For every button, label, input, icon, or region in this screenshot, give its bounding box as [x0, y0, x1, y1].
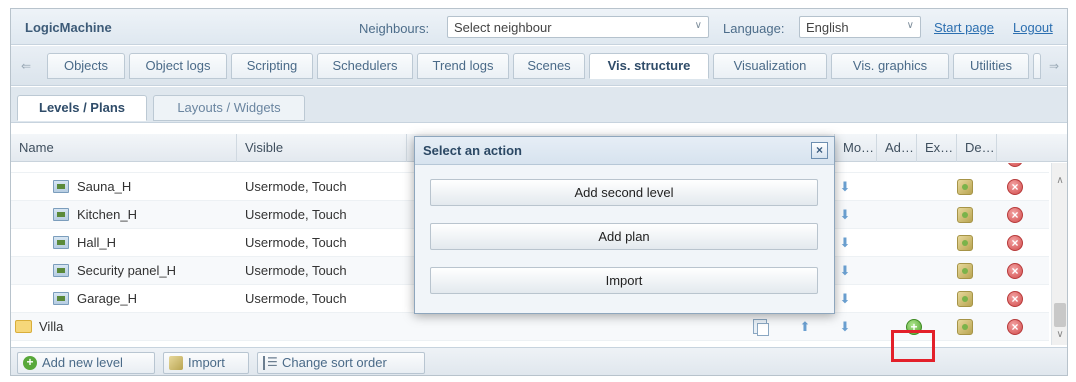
- import-dialog-button[interactable]: Import: [430, 267, 818, 294]
- plan-icon: [53, 292, 69, 305]
- copy-icon[interactable]: [753, 319, 769, 336]
- export-icon[interactable]: [957, 235, 973, 251]
- row-name: Security panel_H: [77, 263, 176, 278]
- delete-icon[interactable]: [1007, 263, 1023, 279]
- import-icon: [169, 356, 183, 370]
- column-delete[interactable]: De…: [957, 134, 997, 162]
- delete-icon[interactable]: [1007, 235, 1023, 251]
- export-icon[interactable]: [957, 179, 973, 195]
- tab-schedulers[interactable]: Schedulers: [317, 53, 413, 79]
- column-add[interactable]: Ad…: [877, 134, 917, 162]
- select-action-dialog: Select an action × Add second level Add …: [414, 136, 835, 314]
- move-down-icon[interactable]: ⬇: [837, 179, 853, 195]
- tab-trend-logs[interactable]: Trend logs: [417, 53, 509, 79]
- highlight-box: [891, 330, 935, 362]
- delete-icon[interactable]: [1007, 319, 1023, 335]
- scroll-right-icon[interactable]: ⇒: [1045, 54, 1063, 78]
- subtab-layouts-widgets[interactable]: Layouts / Widgets: [153, 95, 305, 121]
- move-down-icon[interactable]: ⬇: [837, 319, 853, 335]
- export-icon[interactable]: [957, 291, 973, 307]
- dialog-title: Select an action: [423, 143, 522, 158]
- chevron-down-icon: ∨: [694, 20, 702, 31]
- import-button[interactable]: Import: [163, 352, 249, 374]
- tab-objects[interactable]: Objects: [47, 53, 125, 79]
- column-export[interactable]: Ex…: [917, 134, 957, 162]
- sub-tab-strip: Levels / Plans Layouts / Widgets: [11, 87, 1067, 123]
- row-visible: Usermode, Touch: [245, 207, 347, 222]
- row-visible: Usermode, Touch: [245, 291, 347, 306]
- language-label: Language:: [723, 21, 785, 36]
- delete-icon[interactable]: [1007, 163, 1023, 167]
- scroll-up-icon[interactable]: ∧: [1052, 173, 1067, 189]
- logout-link[interactable]: Logout: [1013, 20, 1053, 35]
- dialog-title-bar: Select an action ×: [415, 137, 834, 165]
- folder-icon: [15, 320, 32, 333]
- change-sort-order-label: Change sort order: [282, 355, 387, 370]
- row-name: Garage_H: [77, 291, 137, 306]
- scroll-down-icon[interactable]: ∨: [1052, 327, 1067, 343]
- tab-vis-graphics[interactable]: Vis. graphics: [831, 53, 949, 79]
- close-icon[interactable]: ×: [811, 142, 828, 159]
- tab-overflow[interactable]: [1033, 53, 1041, 79]
- top-bar: LogicMachine Neighbours: Select neighbou…: [11, 9, 1067, 45]
- tab-visualization[interactable]: Visualization: [713, 53, 827, 79]
- plan-icon: [53, 264, 69, 277]
- main-tab-strip: ⇐ Objects Object logs Scripting Schedule…: [11, 46, 1067, 86]
- add-icon: [23, 354, 37, 370]
- tab-object-logs[interactable]: Object logs: [129, 53, 227, 79]
- row-visible: Usermode, Touch: [245, 263, 347, 278]
- sort-icon: [263, 354, 278, 370]
- import-label: Import: [188, 355, 225, 370]
- tab-vis-structure[interactable]: Vis. structure: [589, 53, 709, 79]
- export-icon[interactable]: [957, 207, 973, 223]
- delete-icon[interactable]: [1007, 179, 1023, 195]
- change-sort-order-button[interactable]: Change sort order: [257, 352, 425, 374]
- export-icon[interactable]: [957, 319, 973, 335]
- delete-icon[interactable]: [1007, 207, 1023, 223]
- tab-scripting[interactable]: Scripting: [231, 53, 313, 79]
- move-down-icon[interactable]: ⬇: [837, 207, 853, 223]
- column-name[interactable]: Name: [11, 134, 237, 162]
- subtab-levels-plans[interactable]: Levels / Plans: [17, 95, 147, 121]
- plan-icon: [53, 208, 69, 221]
- start-page-link[interactable]: Start page: [934, 20, 994, 35]
- row-visible: Usermode, Touch: [245, 179, 347, 194]
- tab-utilities[interactable]: Utilities: [953, 53, 1029, 79]
- move-down-icon[interactable]: ⬇: [837, 291, 853, 307]
- row-name: Hall_H: [77, 235, 117, 250]
- column-visible[interactable]: Visible: [237, 134, 407, 162]
- neighbours-select[interactable]: Select neighbour ∨: [447, 16, 709, 38]
- vertical-scrollbar[interactable]: ∧ ∨: [1051, 163, 1067, 345]
- add-new-level-button[interactable]: Add new level: [17, 352, 155, 374]
- delete-icon[interactable]: [1007, 291, 1023, 307]
- row-name: Sauna_H: [77, 179, 132, 194]
- move-up-icon[interactable]: ⬆: [797, 319, 813, 335]
- neighbours-value: Select neighbour: [454, 20, 552, 35]
- move-down-icon[interactable]: ⬇: [837, 263, 853, 279]
- language-value: English: [806, 20, 849, 35]
- move-down-icon[interactable]: ⬇: [837, 235, 853, 251]
- column-move[interactable]: Mo…: [835, 134, 877, 162]
- row-name: Villa: [39, 319, 64, 334]
- brand-title: LogicMachine: [25, 20, 112, 35]
- add-new-level-label: Add new level: [42, 355, 123, 370]
- plan-icon: [53, 236, 69, 249]
- add-second-level-button[interactable]: Add second level: [430, 179, 818, 206]
- logicmachine-window: LogicMachine Neighbours: Select neighbou…: [10, 8, 1068, 376]
- language-select[interactable]: English ∨: [799, 16, 921, 38]
- tab-scenes[interactable]: Scenes: [513, 53, 585, 79]
- add-plan-button[interactable]: Add plan: [430, 223, 818, 250]
- neighbours-label: Neighbours:: [359, 21, 430, 36]
- plan-icon: [53, 180, 69, 193]
- row-name: Kitchen_H: [77, 207, 137, 222]
- export-icon[interactable]: [957, 263, 973, 279]
- scroll-left-icon[interactable]: ⇐: [17, 54, 35, 78]
- row-visible: Usermode, Touch: [245, 235, 347, 250]
- chevron-down-icon: ∨: [906, 20, 914, 31]
- scrollbar-thumb[interactable]: [1054, 303, 1066, 327]
